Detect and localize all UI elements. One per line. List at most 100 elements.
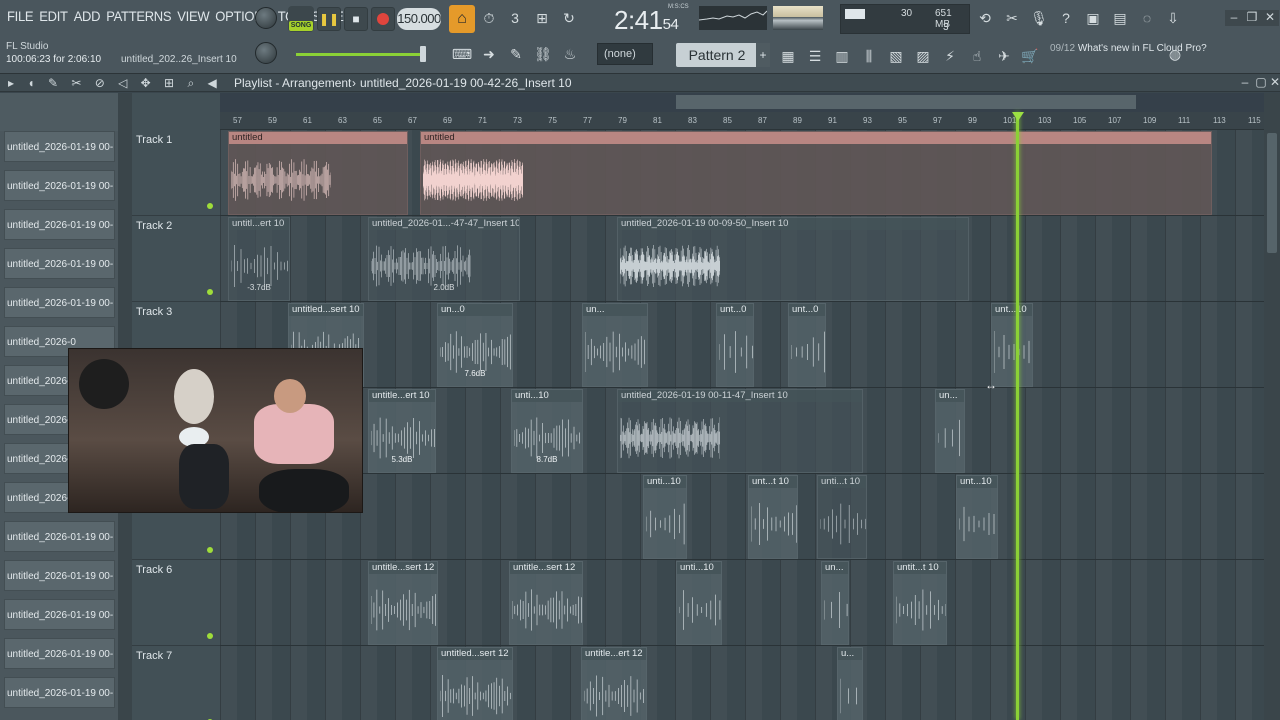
playlist-icon[interactable]: ▦	[776, 44, 800, 68]
piano-roll-window-icon[interactable]: ▥	[830, 44, 854, 68]
audio-clip[interactable]: un...	[935, 389, 965, 473]
shop-icon[interactable]: 🛒	[1018, 44, 1042, 68]
audio-clip[interactable]: untitled...sert 12	[437, 647, 513, 720]
audio-clip[interactable]: un...	[821, 561, 849, 645]
menu-add[interactable]: ADD	[71, 9, 104, 25]
track-lane[interactable]	[220, 646, 1264, 720]
channel-rack-icon[interactable]: ☰	[803, 44, 827, 68]
picker-item[interactable]: untitled_2026-01-19 00-	[4, 521, 115, 552]
picker-item[interactable]: untitled_2026-01-19 00-	[4, 560, 115, 591]
touch-icon[interactable]: ☝	[965, 44, 989, 68]
overview-selection[interactable]	[676, 95, 1136, 109]
tempo-display[interactable]: 150.000	[397, 8, 441, 30]
track-header[interactable]: Track 6	[132, 560, 220, 646]
channel-select[interactable]: (none)	[597, 43, 653, 65]
stamp-icon[interactable]: ♨	[558, 42, 582, 66]
audio-clip[interactable]: untitle...ert 12	[581, 647, 647, 720]
menu-view[interactable]: VIEW	[174, 9, 212, 25]
stop-button[interactable]: ■	[344, 7, 368, 31]
audio-clip[interactable]: unt...0	[788, 303, 826, 387]
playlist-scrollbar[interactable]	[1264, 93, 1280, 720]
loop-record-icon[interactable]: ↻	[557, 6, 581, 30]
download-icon[interactable]: ⇩	[1161, 6, 1185, 30]
help-icon[interactable]: ?	[1054, 6, 1078, 30]
picker-item[interactable]: untitled_2026-01-19 00-	[4, 170, 115, 201]
audio-clip[interactable]: unti...10	[643, 475, 687, 559]
pencil-icon[interactable]: ✎	[504, 42, 528, 66]
picker-item[interactable]: untitled_2026-01-19 00-	[4, 638, 115, 669]
scroll-thumb[interactable]	[1267, 133, 1277, 253]
menu-patterns[interactable]: PATTERNS	[103, 9, 174, 25]
pattern-selector[interactable]: Pattern 2	[676, 43, 758, 67]
audio-clip[interactable]: unti...10 8.7dB	[511, 389, 583, 473]
audio-clip[interactable]: unt...10	[991, 303, 1033, 387]
audio-clip[interactable]: un...0 7.6dB	[437, 303, 513, 387]
audio-clip[interactable]: unt...0	[716, 303, 754, 387]
globe-icon[interactable]: ◍	[1163, 42, 1187, 66]
picker-item[interactable]: untitled_2026-01-19 00-	[4, 677, 115, 708]
browser-icon[interactable]: ▧	[884, 44, 908, 68]
picker-item[interactable]: untitled_2026-01-19 00-	[4, 248, 115, 279]
link-icon[interactable]: ⛓	[531, 42, 555, 66]
audio-clip[interactable]: untitle...ert 10 5.3dB	[368, 389, 436, 473]
menu-edit[interactable]: EDIT	[36, 9, 70, 25]
audio-clip[interactable]: untitled_2026-01-19 00-11-47_Insert 10	[617, 389, 863, 473]
step-edit-icon[interactable]: ⊞	[530, 6, 554, 30]
picker-item[interactable]: untitled_2026-01-19 00-	[4, 209, 115, 240]
track-mute-led[interactable]	[207, 547, 213, 553]
audio-clip[interactable]: untitle...sert 12	[368, 561, 438, 645]
audio-clip[interactable]: untitled_2026-01...-47-47_Insert 10 2.0dB	[368, 217, 520, 301]
piano-roll-icon[interactable]: ⌨	[450, 42, 474, 66]
play-pause-button[interactable]: ❚❚	[317, 7, 341, 31]
audio-clip[interactable]: untitl...ert 10 -3.7dB	[228, 217, 290, 301]
track-header[interactable]: Track 1	[132, 130, 220, 216]
cut-icon[interactable]: ✂	[1000, 6, 1024, 30]
track-header[interactable]: Track 7	[132, 646, 220, 720]
track-header[interactable]: Track 2	[132, 216, 220, 302]
chat-icon[interactable]: ◌	[1135, 6, 1159, 30]
close-button[interactable]: ✕	[1261, 10, 1279, 26]
audio-clip[interactable]: untitled_2026-01-19 00-09-50_Insert 10	[617, 217, 969, 301]
picker-item[interactable]: untitled_2026-01-19 00-	[4, 287, 115, 318]
tools-icon[interactable]: ✈	[992, 44, 1016, 68]
track-mute-led[interactable]	[207, 633, 213, 639]
slider-handle[interactable]	[420, 46, 426, 62]
track-lane[interactable]	[220, 474, 1264, 560]
track-mute-led[interactable]	[207, 203, 213, 209]
audio-clip[interactable]: unt...t 10	[748, 475, 798, 559]
audio-clip[interactable]: untitled	[420, 131, 1212, 215]
render-icon[interactable]: ▤	[1108, 6, 1132, 30]
save-icon[interactable]: ▣	[1081, 6, 1105, 30]
arrangement-grid[interactable]: untitled untitled untitl...ert 10 -3.7dB unt…	[220, 130, 1264, 720]
restore-button[interactable]: ❐	[1243, 10, 1261, 26]
timeline-ruler[interactable]: 57 59 61 63 65 67 69 71 73 75 77 79 81 83 85 87 89 91 93 95…	[220, 112, 1264, 130]
audio-clip[interactable]: untitle...sert 12	[509, 561, 583, 645]
audio-clip[interactable]: untitled	[228, 131, 408, 215]
picker-item[interactable]: untitled_2026-01-19 00-	[4, 131, 115, 162]
track-mute-led[interactable]	[207, 289, 213, 295]
project-icon[interactable]: ▨	[911, 44, 935, 68]
add-pattern-button[interactable]: +	[756, 43, 770, 67]
master-pitch-knob[interactable]	[255, 42, 277, 64]
microphone-icon[interactable]: 🎙	[1027, 6, 1051, 30]
audio-clip[interactable]: untit...t 10	[893, 561, 947, 645]
audio-clip[interactable]: u...	[837, 647, 863, 720]
playlist-tools[interactable]: ▸ ◖ ✎ ✂ ⊘ ◁ ✥ ⊞ ⌕ ◀	[8, 76, 222, 91]
undo-icon[interactable]: ⟲	[973, 6, 997, 30]
menu-file[interactable]: FILE	[4, 9, 36, 25]
master-volume-slider[interactable]	[296, 53, 426, 56]
plugin-icon[interactable]: ⚡	[938, 44, 962, 68]
playlist-overview[interactable]	[220, 93, 1264, 112]
picker-item[interactable]: untitled_2026-01-19 00-	[4, 599, 115, 630]
wait-for-input-icon[interactable]: ⏱	[477, 6, 501, 30]
mixer-icon[interactable]: ⫼	[857, 44, 881, 68]
minimize-button[interactable]: –	[1225, 10, 1243, 26]
playlist-close[interactable]: ✕	[1266, 75, 1280, 91]
record-button[interactable]	[371, 7, 395, 31]
metronome-button[interactable]: ⌂	[449, 5, 475, 33]
playhead[interactable]	[1016, 112, 1019, 720]
master-volume-knob[interactable]	[255, 7, 277, 29]
countdown-icon[interactable]: 3	[503, 6, 527, 30]
audio-clip[interactable]: unti...t 10	[817, 475, 867, 559]
audio-clip[interactable]: unt...10	[956, 475, 998, 559]
